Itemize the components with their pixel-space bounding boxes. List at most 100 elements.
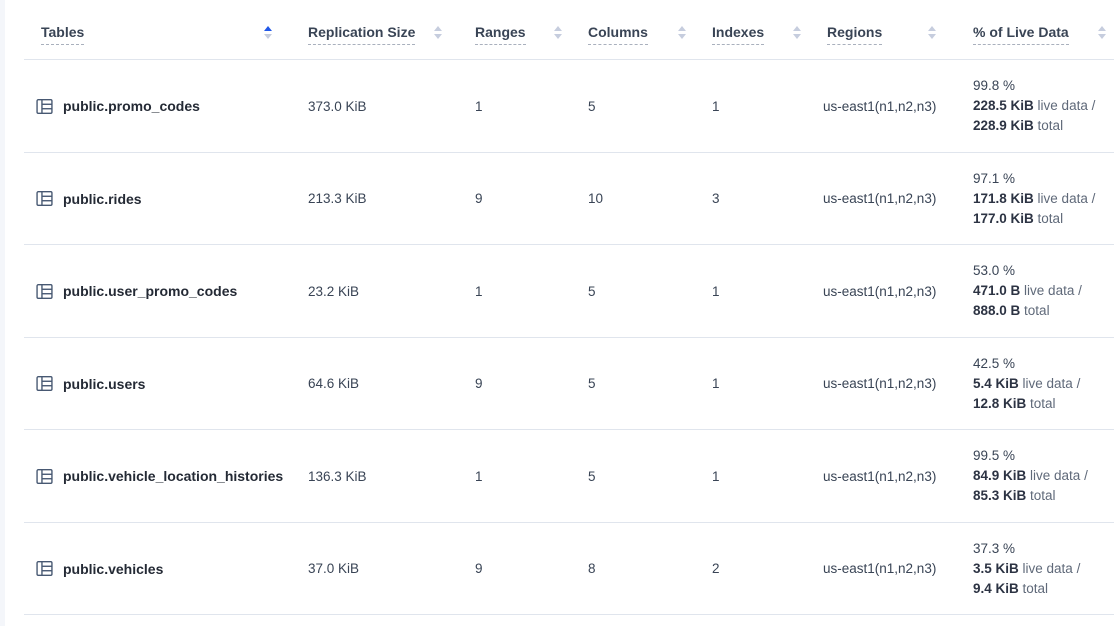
live-data-percent: 97.1 % — [973, 169, 1015, 189]
live-data-percent: 53.0 % — [973, 261, 1015, 281]
live-data-percent: 42.5 % — [973, 354, 1015, 374]
table-name-link[interactable]: public.promo_codes — [63, 98, 200, 114]
total-data-line: 85.3 KiB total — [973, 486, 1056, 506]
indexes-cell: 1 — [700, 60, 815, 153]
live-data-percent: 99.8 % — [973, 76, 1015, 96]
live-data-line: 228.5 KiB live data / — [973, 96, 1095, 116]
table-row: public.rides 213.3 KiB 9 10 3 us-east1(n… — [5, 153, 1114, 246]
replication-size-cell: 64.6 KiB — [286, 338, 456, 431]
ranges-cell: 1 — [456, 245, 576, 338]
live-data-line: 3.5 KiB live data / — [973, 559, 1080, 579]
live-data-cell: 42.5 % 5.4 KiB live data / 12.8 KiB tota… — [950, 338, 1114, 431]
column-header-columns[interactable]: Columns — [576, 0, 700, 60]
table-grid-icon — [36, 468, 53, 485]
sort-icon[interactable] — [264, 26, 272, 39]
total-data-line: 888.0 B total — [973, 301, 1050, 321]
table-name-cell[interactable]: public.user_promo_codes — [5, 245, 286, 338]
table-name-cell[interactable]: public.vehicles — [5, 523, 286, 616]
sort-icon[interactable] — [1098, 26, 1106, 39]
live-data-line: 171.8 KiB live data / — [973, 189, 1095, 209]
live-data-cell: 97.1 % 171.8 KiB live data / 177.0 KiB t… — [950, 153, 1114, 246]
column-header-label: Columns — [588, 24, 648, 45]
replication-size-cell: 37.0 KiB — [286, 523, 456, 616]
column-header-replication-size[interactable]: Replication Size — [286, 0, 456, 60]
live-data-percent: 99.5 % — [973, 446, 1015, 466]
live-data-line: 84.9 KiB live data / — [973, 466, 1088, 486]
column-header-label: Indexes — [712, 24, 764, 45]
column-header-tables[interactable]: Tables — [5, 0, 286, 60]
table-name-cell[interactable]: public.users — [5, 338, 286, 431]
columns-cell: 5 — [576, 430, 700, 523]
columns-cell: 5 — [576, 338, 700, 431]
ranges-cell: 9 — [456, 338, 576, 431]
sort-icon[interactable] — [793, 26, 801, 39]
columns-cell: 10 — [576, 153, 700, 246]
table-grid-icon — [36, 560, 53, 577]
column-header-ranges[interactable]: Ranges — [456, 0, 576, 60]
regions-cell: us-east1(n1,n2,n3) — [815, 245, 950, 338]
table-grid-icon — [36, 283, 53, 300]
table-name-link[interactable]: public.user_promo_codes — [63, 283, 237, 299]
replication-size-cell: 373.0 KiB — [286, 60, 456, 153]
table-name-cell[interactable]: public.vehicle_location_histories — [5, 430, 286, 523]
column-header-label: Regions — [827, 24, 882, 45]
column-header-label: Tables — [41, 24, 84, 45]
regions-cell: us-east1(n1,n2,n3) — [815, 523, 950, 616]
indexes-cell: 3 — [700, 153, 815, 246]
regions-cell: us-east1(n1,n2,n3) — [815, 60, 950, 153]
table-name-link[interactable]: public.users — [63, 376, 145, 392]
sort-icon[interactable] — [434, 26, 442, 39]
tables-panel: Tables Replication Size Ranges Columns I… — [5, 0, 1114, 626]
replication-size-cell: 136.3 KiB — [286, 430, 456, 523]
replication-size-cell: 213.3 KiB — [286, 153, 456, 246]
live-data-cell: 99.8 % 228.5 KiB live data / 228.9 KiB t… — [950, 60, 1114, 153]
column-header-label: % of Live Data — [973, 24, 1069, 45]
table-row: public.vehicles 37.0 KiB 9 8 2 us-east1(… — [5, 523, 1114, 616]
total-data-line: 12.8 KiB total — [973, 394, 1056, 414]
table-name-link[interactable]: public.vehicle_location_histories — [63, 468, 283, 484]
columns-cell: 5 — [576, 245, 700, 338]
indexes-cell: 2 — [700, 523, 815, 616]
regions-cell: us-east1(n1,n2,n3) — [815, 153, 950, 246]
total-data-line: 228.9 KiB total — [973, 116, 1063, 136]
table-row: public.user_promo_codes 23.2 KiB 1 5 1 u… — [5, 245, 1114, 338]
ranges-cell: 1 — [456, 430, 576, 523]
table-name-cell[interactable]: public.promo_codes — [5, 60, 286, 153]
live-data-cell: 99.5 % 84.9 KiB live data / 85.3 KiB tot… — [950, 430, 1114, 523]
table-row: public.users 64.6 KiB 9 5 1 us-east1(n1,… — [5, 338, 1114, 431]
sort-icon[interactable] — [928, 26, 936, 39]
live-data-line: 471.0 B live data / — [973, 281, 1082, 301]
column-header-regions[interactable]: Regions — [815, 0, 950, 60]
regions-cell: us-east1(n1,n2,n3) — [815, 430, 950, 523]
column-header-label: Replication Size — [308, 24, 415, 45]
live-data-percent: 37.3 % — [973, 539, 1015, 559]
table-grid-icon — [36, 375, 53, 392]
live-data-cell: 53.0 % 471.0 B live data / 888.0 B total — [950, 245, 1114, 338]
sort-icon[interactable] — [678, 26, 686, 39]
table-grid-icon — [36, 190, 53, 207]
column-header-label: Ranges — [475, 24, 526, 45]
live-data-line: 5.4 KiB live data / — [973, 374, 1080, 394]
regions-cell: us-east1(n1,n2,n3) — [815, 338, 950, 431]
live-data-cell: 37.3 % 3.5 KiB live data / 9.4 KiB total — [950, 523, 1114, 616]
table-row: public.vehicle_location_histories 136.3 … — [5, 430, 1114, 523]
ranges-cell: 9 — [456, 523, 576, 616]
table-name-cell[interactable]: public.rides — [5, 153, 286, 246]
table-header-row: Tables Replication Size Ranges Columns I… — [5, 0, 1114, 60]
table-grid-icon — [36, 98, 53, 115]
ranges-cell: 1 — [456, 60, 576, 153]
column-header-live-data[interactable]: % of Live Data — [950, 0, 1114, 60]
table-name-link[interactable]: public.vehicles — [63, 561, 163, 577]
indexes-cell: 1 — [700, 245, 815, 338]
columns-cell: 8 — [576, 523, 700, 616]
indexes-cell: 1 — [700, 338, 815, 431]
replication-size-cell: 23.2 KiB — [286, 245, 456, 338]
table-name-link[interactable]: public.rides — [63, 191, 142, 207]
table-row: public.promo_codes 373.0 KiB 1 5 1 us-ea… — [5, 60, 1114, 153]
total-data-line: 177.0 KiB total — [973, 209, 1063, 229]
ranges-cell: 9 — [456, 153, 576, 246]
column-header-indexes[interactable]: Indexes — [700, 0, 815, 60]
sort-icon[interactable] — [554, 26, 562, 39]
columns-cell: 5 — [576, 60, 700, 153]
indexes-cell: 1 — [700, 430, 815, 523]
